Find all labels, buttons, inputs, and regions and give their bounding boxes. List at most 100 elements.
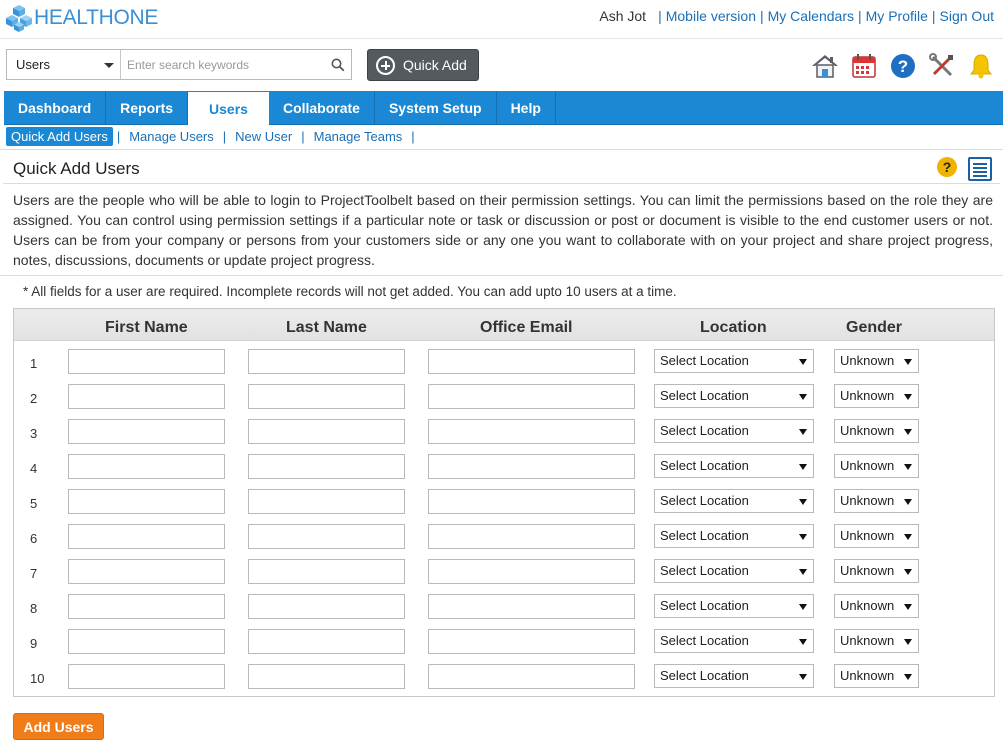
location-select[interactable]: Select Location [654,559,814,583]
subnav-quick-add-users[interactable]: Quick Add Users [6,127,113,146]
last-name-field[interactable] [248,664,405,689]
mobile-version-link[interactable]: Mobile version [666,8,756,24]
help-icon[interactable]: ? [936,156,958,178]
last-name-field[interactable] [248,419,405,444]
column-header-first-name: First Name [105,319,188,336]
location-select[interactable]: Select Location [654,489,814,513]
search-scope-select[interactable]: Users [7,50,121,79]
tab-help[interactable]: Help [497,91,556,125]
subnav-new-user[interactable]: New User [230,129,297,144]
gender-select[interactable]: Unknown [834,524,919,548]
list-view-icon[interactable] [968,157,992,181]
row-number: 7 [30,566,38,581]
last-name-field[interactable] [248,349,405,374]
dropdown-arrow-icon [904,394,912,400]
first-name-field[interactable] [68,594,225,619]
row-number: 5 [30,496,38,511]
first-name-field[interactable] [68,664,225,689]
table-row: 6 Select Location Unknown [14,518,994,553]
dropdown-arrow-icon [799,674,807,680]
gender-select[interactable]: Unknown [834,489,919,513]
add-users-button[interactable]: Add Users [13,713,104,740]
tab-users[interactable]: Users [188,92,269,125]
office-email-field[interactable] [428,489,635,514]
tab-reports[interactable]: Reports [106,91,189,125]
last-name-field[interactable] [248,559,405,584]
subnav-manage-users[interactable]: Manage Users [124,129,219,144]
gender-select[interactable]: Unknown [834,629,919,653]
location-select[interactable]: Select Location [654,384,814,408]
first-name-field[interactable] [68,349,225,374]
dropdown-arrow-icon [799,464,807,470]
first-name-field[interactable] [68,629,225,654]
logo-cubes-icon [6,5,32,32]
last-name-field[interactable] [248,594,405,619]
gender-select[interactable]: Unknown [834,419,919,443]
office-email-field[interactable] [428,594,635,619]
office-email-field[interactable] [428,629,635,654]
dropdown-arrow-icon [904,464,912,470]
location-select[interactable]: Select Location [654,454,814,478]
quick-add-button[interactable]: Quick Add [367,49,479,81]
user-name: Ash Jot [599,8,647,24]
tab-system-setup[interactable]: System Setup [375,91,497,125]
location-select[interactable]: Select Location [654,629,814,653]
tools-icon[interactable] [928,52,956,80]
gender-select[interactable]: Unknown [834,594,919,618]
row-number: 6 [30,531,38,546]
my-calendars-link[interactable]: My Calendars [768,8,854,24]
first-name-field[interactable] [68,489,225,514]
my-profile-link[interactable]: My Profile [866,8,928,24]
office-email-field[interactable] [428,454,635,479]
office-email-field[interactable] [428,664,635,689]
last-name-field[interactable] [248,489,405,514]
title-divider [3,183,1000,184]
office-email-field[interactable] [428,524,635,549]
first-name-field[interactable] [68,454,225,479]
tool-icons: ? [811,52,995,80]
location-select[interactable]: Select Location [654,664,814,688]
home-icon[interactable] [811,52,839,80]
sign-out-link[interactable]: Sign Out [940,8,994,24]
office-email-field[interactable] [428,384,635,409]
subnav-divider [0,149,1003,150]
subnav-manage-teams[interactable]: Manage Teams [309,129,408,144]
tab-collaborate[interactable]: Collaborate [269,91,375,125]
location-select[interactable]: Select Location [654,419,814,443]
gender-select[interactable]: Unknown [834,454,919,478]
dropdown-arrow-icon [904,429,912,435]
gender-select[interactable]: Unknown [834,349,919,373]
gender-select[interactable]: Unknown [834,559,919,583]
gender-select[interactable]: Unknown [834,384,919,408]
column-header-last-name: Last Name [286,319,367,336]
first-name-field[interactable] [68,384,225,409]
top-links: Ash Jot | Mobile version | My Calendars … [599,8,994,24]
required-note: * All fields for a user are required. In… [23,284,677,299]
last-name-field[interactable] [248,629,405,654]
brand-logo[interactable]: HEALTHONE [6,3,158,33]
last-name-field[interactable] [248,454,405,479]
office-email-field[interactable] [428,419,635,444]
table-row: 2 Select Location Unknown [14,378,994,413]
dropdown-arrow-icon [799,639,807,645]
notification-bell-icon[interactable] [967,52,995,80]
search-icon[interactable] [325,50,351,79]
calendar-icon[interactable] [850,52,878,80]
help-icon[interactable]: ? [889,52,917,80]
dropdown-arrow-icon [799,429,807,435]
table-row: 10 Select Location Unknown [14,658,994,693]
first-name-field[interactable] [68,524,225,549]
gender-select[interactable]: Unknown [834,664,919,688]
office-email-field[interactable] [428,559,635,584]
tab-dashboard[interactable]: Dashboard [4,91,107,125]
location-select[interactable]: Select Location [654,349,814,373]
search-input[interactable] [121,50,325,79]
last-name-field[interactable] [248,384,405,409]
description-divider [0,275,1003,276]
location-select[interactable]: Select Location [654,524,814,548]
location-select[interactable]: Select Location [654,594,814,618]
first-name-field[interactable] [68,559,225,584]
office-email-field[interactable] [428,349,635,374]
last-name-field[interactable] [248,524,405,549]
first-name-field[interactable] [68,419,225,444]
